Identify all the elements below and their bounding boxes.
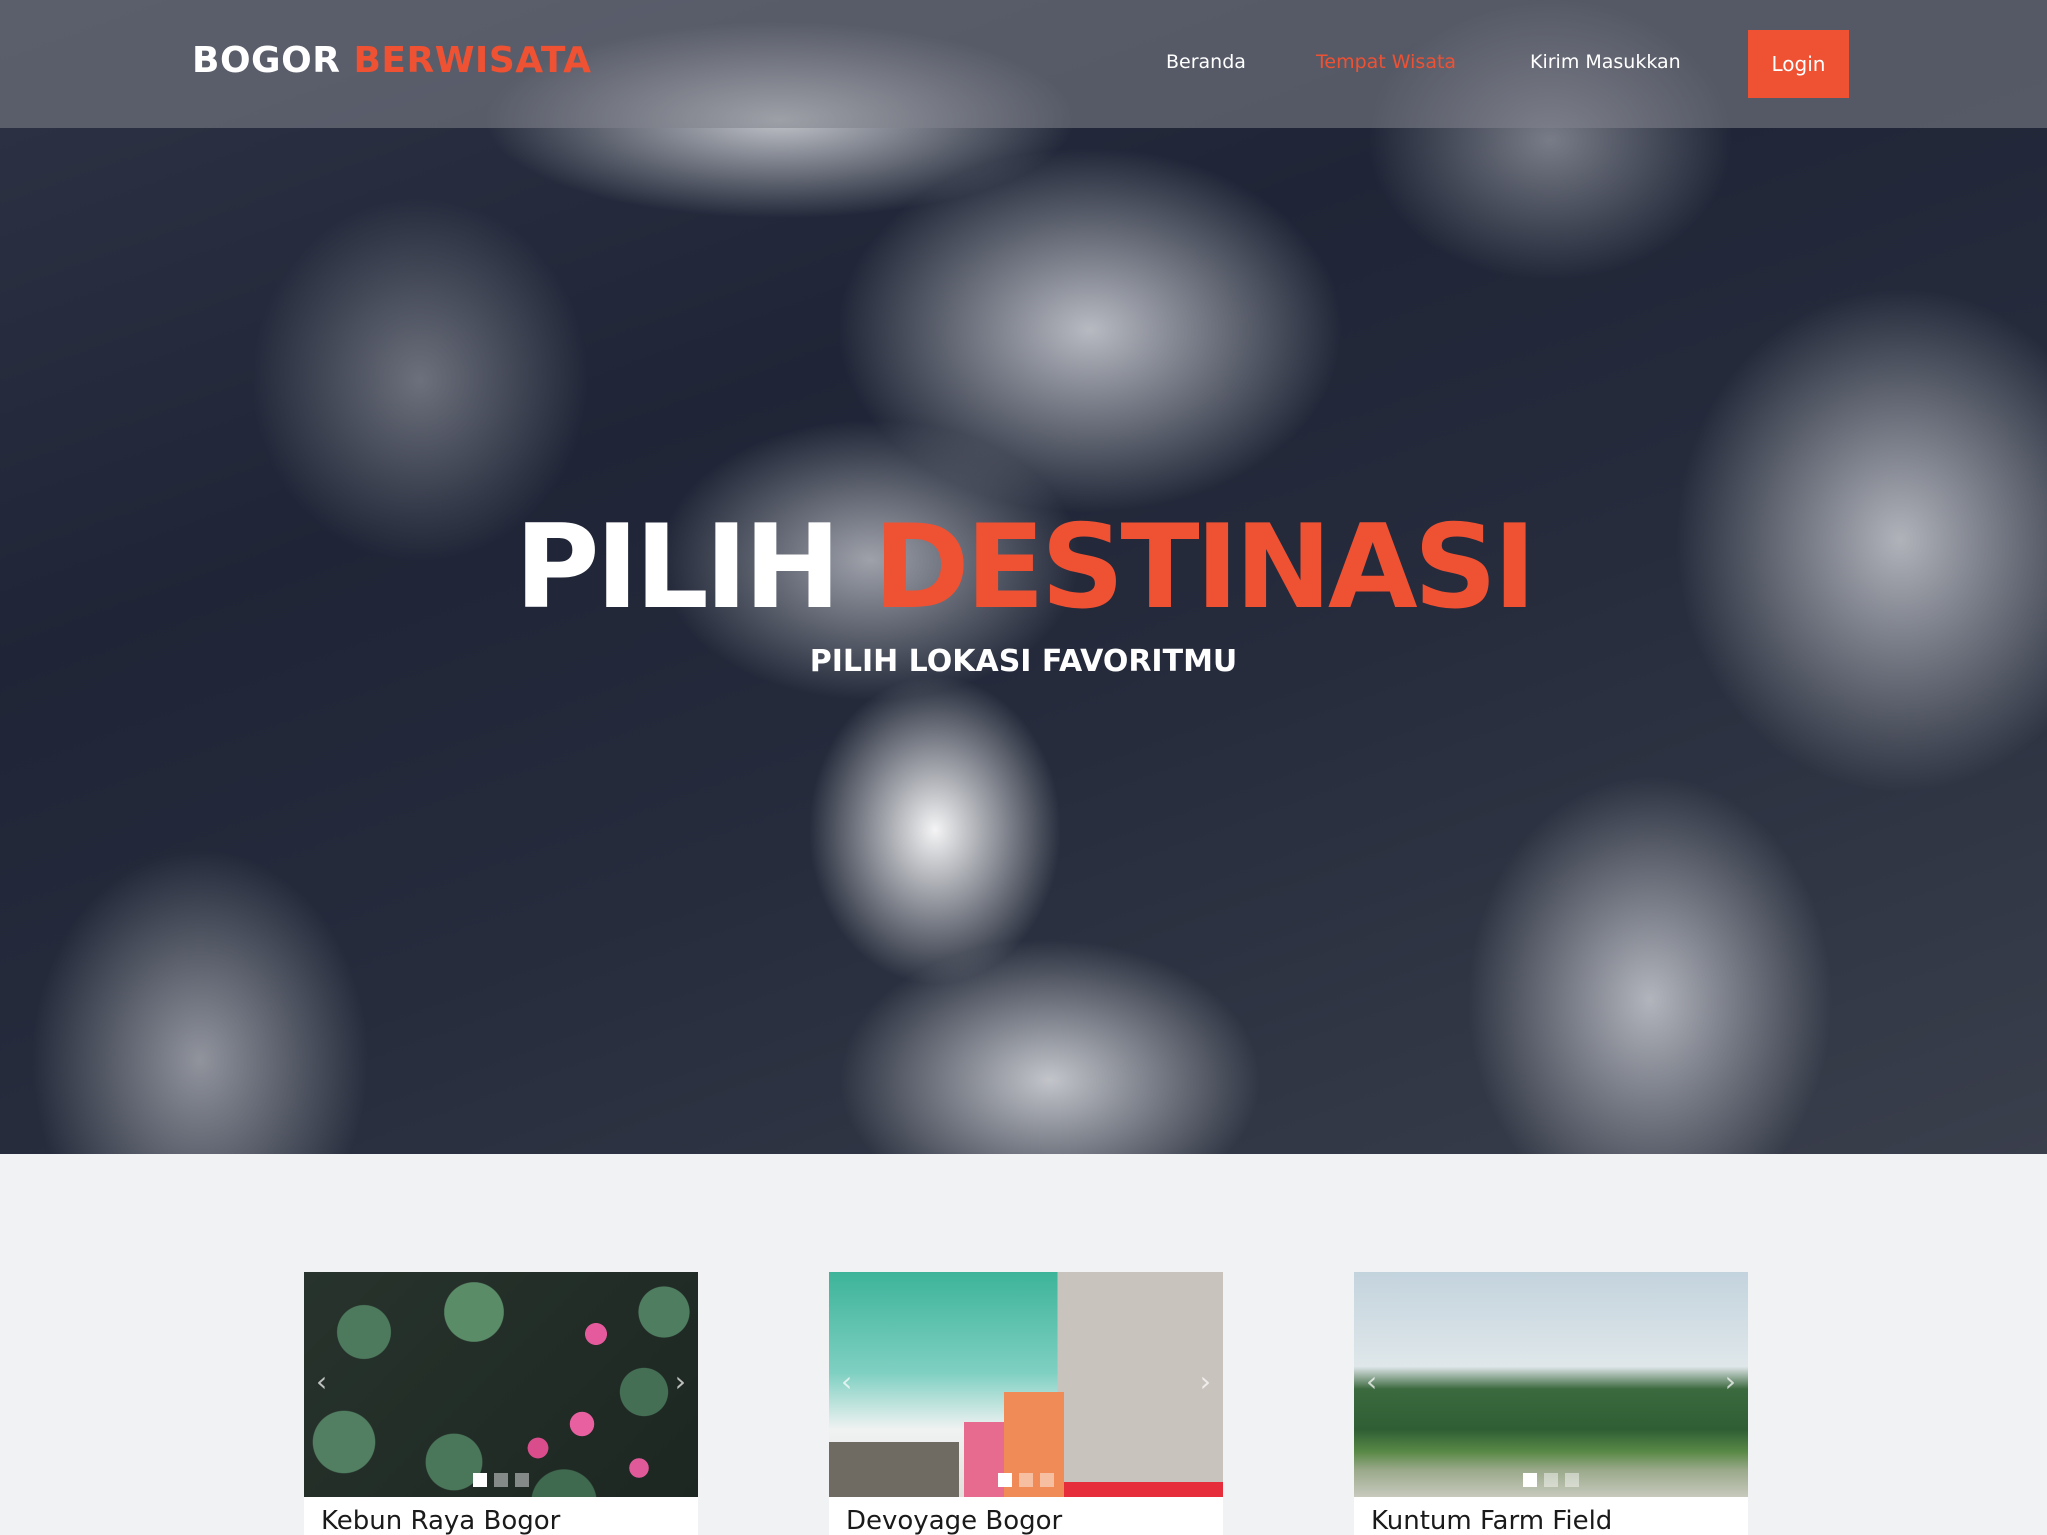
chevron-left-icon[interactable]: ‹: [316, 1368, 327, 1396]
carousel-dot[interactable]: [494, 1473, 508, 1487]
carousel-indicators: [1354, 1473, 1748, 1487]
carousel-dot[interactable]: [1544, 1473, 1558, 1487]
hero-title: PILIH DESTINASI: [0, 500, 2047, 635]
carousel-dot[interactable]: [1019, 1473, 1033, 1487]
hero-subtitle: PILIH LOKASI FAVORITMU: [809, 644, 1238, 679]
carousel-indicators: [304, 1473, 698, 1487]
chevron-left-icon[interactable]: ‹: [841, 1368, 852, 1396]
brand-logo[interactable]: BOGOR BERWISATA: [192, 40, 591, 81]
destination-card-kuntum[interactable]: ‹ › Kuntum Farm Field: [1354, 1272, 1748, 1535]
chevron-right-icon[interactable]: ›: [1200, 1368, 1211, 1396]
hero-title-accent: DESTINASI: [873, 500, 1536, 635]
destination-card-devoyage[interactable]: ‹ › Devoyage Bogor: [829, 1272, 1223, 1535]
card-image-carousel[interactable]: ‹ ›: [829, 1272, 1223, 1497]
carousel-dot[interactable]: [998, 1473, 1012, 1487]
card-title[interactable]: Kebun Raya Bogor: [321, 1506, 560, 1535]
carousel-dot[interactable]: [1523, 1473, 1537, 1487]
card-title[interactable]: Devoyage Bogor: [846, 1506, 1062, 1535]
card-title[interactable]: Kuntum Farm Field: [1371, 1506, 1612, 1535]
login-button[interactable]: Login: [1748, 30, 1849, 98]
carousel-dot[interactable]: [515, 1473, 529, 1487]
destination-card-kebun-raya[interactable]: ‹ › Kebun Raya Bogor: [304, 1272, 698, 1535]
carousel-dot[interactable]: [473, 1473, 487, 1487]
nav-tempat-wisata[interactable]: Tempat Wisata: [1316, 51, 1456, 73]
hero-title-white: PILIH: [514, 500, 841, 635]
carousel-dot[interactable]: [1565, 1473, 1579, 1487]
nav-kirim-masukkan[interactable]: Kirim Masukkan: [1530, 51, 1681, 73]
nav-beranda[interactable]: Beranda: [1166, 51, 1246, 73]
chevron-right-icon[interactable]: ›: [675, 1368, 686, 1396]
brand-part1: BOGOR: [192, 40, 341, 81]
chevron-left-icon[interactable]: ‹: [1366, 1368, 1377, 1396]
card-image-carousel[interactable]: ‹ ›: [304, 1272, 698, 1497]
navbar: BOGOR BERWISATA Beranda Tempat Wisata Ki…: [0, 0, 2047, 128]
card-image-carousel[interactable]: ‹ ›: [1354, 1272, 1748, 1497]
hero-section: BOGOR BERWISATA Beranda Tempat Wisata Ki…: [0, 0, 2047, 1154]
brand-part2: BERWISATA: [353, 40, 592, 81]
carousel-dot[interactable]: [1040, 1473, 1054, 1487]
chevron-right-icon[interactable]: ›: [1725, 1368, 1736, 1396]
carousel-indicators: [829, 1473, 1223, 1487]
